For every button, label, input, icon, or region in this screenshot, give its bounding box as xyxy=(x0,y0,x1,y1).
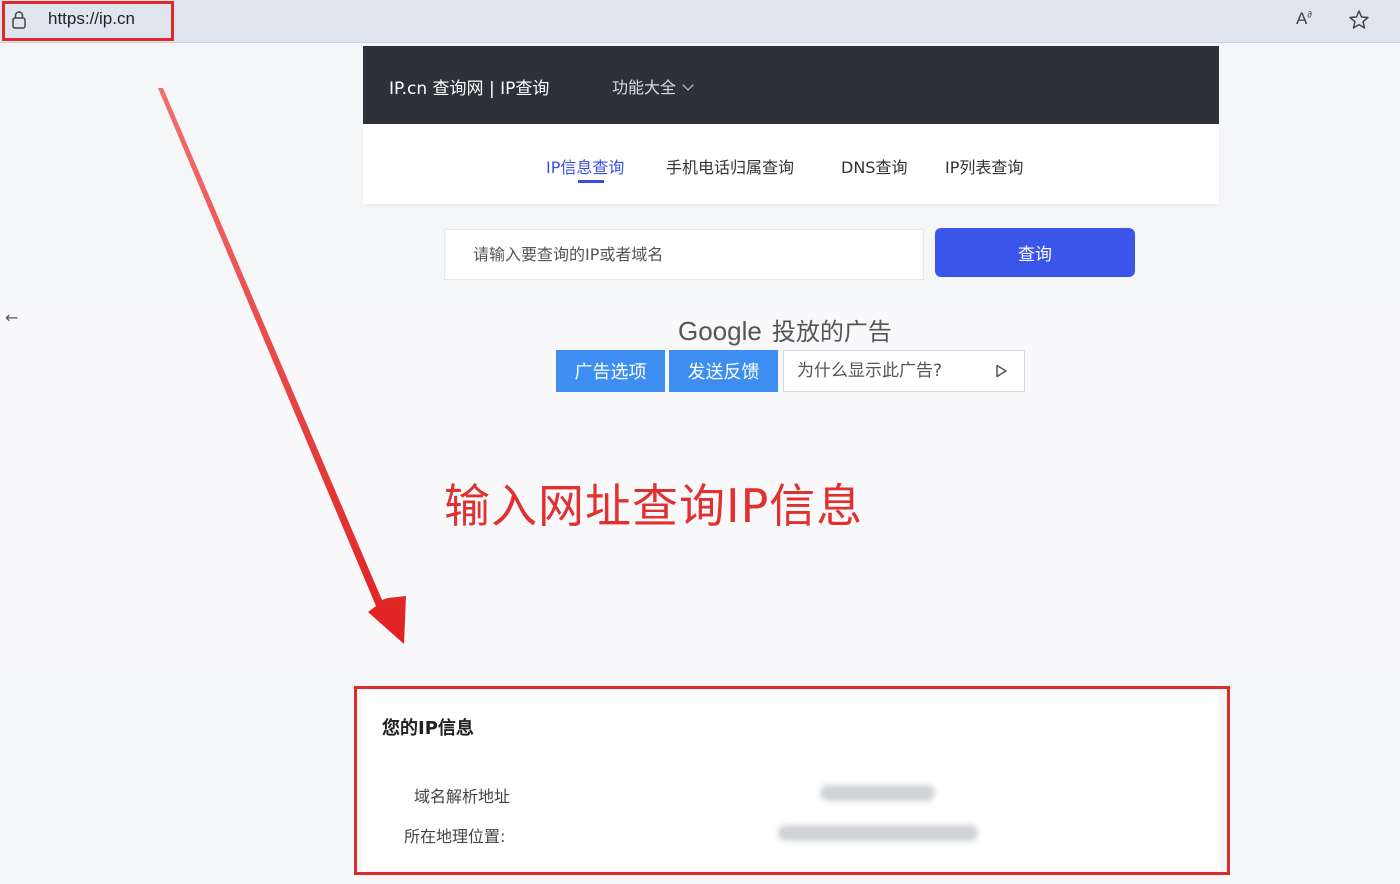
location-label: 所在地理位置: xyxy=(404,827,506,846)
tab-ip-info[interactable]: IP信息查询 xyxy=(546,154,624,178)
read-aloud-icon[interactable]: A∂ xyxy=(1296,9,1312,29)
features-menu[interactable]: 功能大全 xyxy=(612,74,694,98)
read-aloud-sup: ∂ xyxy=(1307,9,1312,20)
star-icon[interactable] xyxy=(1347,8,1371,32)
back-arrow-icon[interactable]: ← xyxy=(5,308,18,327)
browser-address-bar: https://ip.cn A∂ xyxy=(0,0,1400,43)
search-input[interactable] xyxy=(444,229,924,280)
tab-dns[interactable]: DNS查询 xyxy=(841,154,907,178)
nav-tabs: IP信息查询 手机电话归属查询 DNS查询 IP列表查询 xyxy=(363,124,1219,204)
site-header: IP.cn 查询网 | IP查询 功能大全 xyxy=(363,46,1219,124)
search-button[interactable]: 查询 xyxy=(935,228,1135,277)
tab-ip-list[interactable]: IP列表查询 xyxy=(945,154,1023,178)
annotation-text: 输入网址查询IP信息 xyxy=(444,479,864,533)
tab-phone-lookup[interactable]: 手机电话归属查询 xyxy=(666,154,794,178)
domain-value-blurred xyxy=(820,785,935,801)
active-tab-indicator xyxy=(578,180,604,183)
site-title[interactable]: IP.cn 查询网 | IP查询 xyxy=(389,74,549,99)
ad-options-button[interactable]: 广告选项 xyxy=(556,350,665,392)
send-feedback-button[interactable]: 发送反馈 xyxy=(669,350,778,392)
ad-title: Google 投放的广告 xyxy=(678,312,892,347)
read-aloud-label: A xyxy=(1296,9,1308,28)
features-menu-label: 功能大全 xyxy=(612,78,677,97)
location-value-blurred xyxy=(778,825,978,841)
why-this-ad-label: 为什么显示此广告? xyxy=(797,361,943,381)
chevron-down-icon xyxy=(682,79,694,91)
ad-title-suffix: 投放的广告 xyxy=(771,318,892,346)
url-highlight-box xyxy=(2,1,174,41)
ip-info-title: 您的IP信息 xyxy=(382,718,474,739)
play-icon xyxy=(996,364,1007,378)
google-brand: Google xyxy=(678,316,762,346)
why-this-ad-button[interactable]: 为什么显示此广告? xyxy=(783,350,1025,392)
domain-label: 域名解析地址 xyxy=(414,787,511,806)
